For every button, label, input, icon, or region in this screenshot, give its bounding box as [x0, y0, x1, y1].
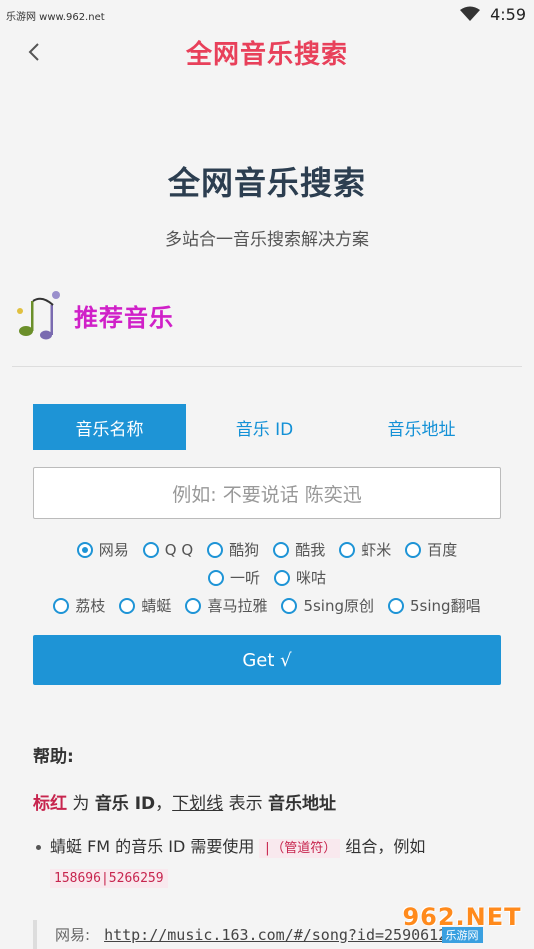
source-row-3: 荔枝 蜻蜓 喜马拉雅 5sing原创 5sing翻唱 — [0, 595, 534, 616]
source-lizhi[interactable]: 荔枝 — [53, 595, 105, 616]
radio-icon — [405, 541, 422, 558]
source-row-2: 一听 咪咕 — [0, 567, 534, 588]
radio-icon — [185, 597, 202, 614]
tab-music-name[interactable]: 音乐名称 — [33, 404, 186, 450]
watermark-corner-small: 乐游网 — [441, 927, 483, 943]
source-row-1: 网易 Q Q 酷狗 酷我 虾米 百度 — [0, 539, 534, 560]
back-button[interactable] — [22, 40, 46, 64]
example-code: 158696|5266259 — [50, 869, 168, 888]
radio-selected-icon — [76, 541, 93, 558]
app-title: 全网音乐搜索 — [185, 39, 348, 70]
radio-icon — [339, 541, 356, 558]
search-input[interactable]: 例如: 不要说话 陈奕迅 — [33, 467, 501, 519]
page-subtitle: 多站合一音乐搜索解决方案 — [165, 230, 369, 250]
get-button[interactable]: Get √ — [33, 635, 501, 685]
source-ximalaya[interactable]: 喜马拉雅 — [185, 595, 267, 616]
help-title: 帮助: — [33, 747, 74, 767]
status-bar: 4:59 — [0, 0, 534, 28]
wifi-icon — [460, 6, 481, 21]
source-kugou[interactable]: 酷狗 — [207, 539, 259, 560]
radio-icon — [207, 569, 224, 586]
pipe-code: |（管道符） — [259, 839, 341, 858]
source-qq[interactable]: Q Q — [142, 539, 193, 560]
chevron-left-icon — [28, 43, 39, 61]
source-xiami[interactable]: 虾米 — [339, 539, 391, 560]
radio-icon — [273, 541, 290, 558]
radio-icon — [142, 541, 159, 558]
tab-music-id[interactable]: 音乐 ID — [186, 404, 343, 450]
source-kuwo[interactable]: 酷我 — [273, 539, 325, 560]
radio-icon — [207, 541, 224, 558]
divider — [12, 366, 522, 367]
source-baidu[interactable]: 百度 — [405, 539, 457, 560]
radio-icon — [119, 597, 136, 614]
source-5sing-cover[interactable]: 5sing翻唱 — [388, 595, 481, 616]
radio-icon — [281, 597, 298, 614]
source-yiting[interactable]: 一听 — [207, 567, 260, 588]
help-bullet: 蜻蜓 FM 的音乐 ID 需要使用 |（管道符） 组合，例如 158696|52… — [36, 833, 490, 893]
search-type-tabs: 音乐名称 音乐 ID 音乐地址 — [33, 404, 500, 450]
source-qingting[interactable]: 蜻蜓 — [119, 595, 171, 616]
source-5sing-original[interactable]: 5sing原创 — [281, 595, 374, 616]
radio-icon — [53, 597, 70, 614]
recommend-music-label: 推荐音乐 — [74, 303, 174, 332]
status-time: 4:59 — [490, 4, 526, 24]
watermark-corner: 962.NET 乐游网 — [398, 901, 526, 945]
music-notes-icon — [17, 291, 60, 340]
source-migu[interactable]: 咪咕 — [274, 567, 326, 588]
source-netease[interactable]: 网易 — [76, 539, 129, 560]
quote-label: 网易: — [55, 926, 91, 944]
bullet-dot — [36, 845, 41, 850]
radio-icon — [274, 569, 290, 586]
app-bar: 全网音乐搜索 — [0, 28, 534, 76]
tab-music-url[interactable]: 音乐地址 — [343, 404, 500, 450]
radio-icon — [388, 597, 405, 614]
recommend-music-link[interactable]: 推荐音乐 — [12, 285, 174, 345]
page-title: 全网音乐搜索 — [167, 164, 366, 202]
help-legend: 标红 为 音乐 ID，下划线 表示 音乐地址 — [33, 794, 336, 814]
